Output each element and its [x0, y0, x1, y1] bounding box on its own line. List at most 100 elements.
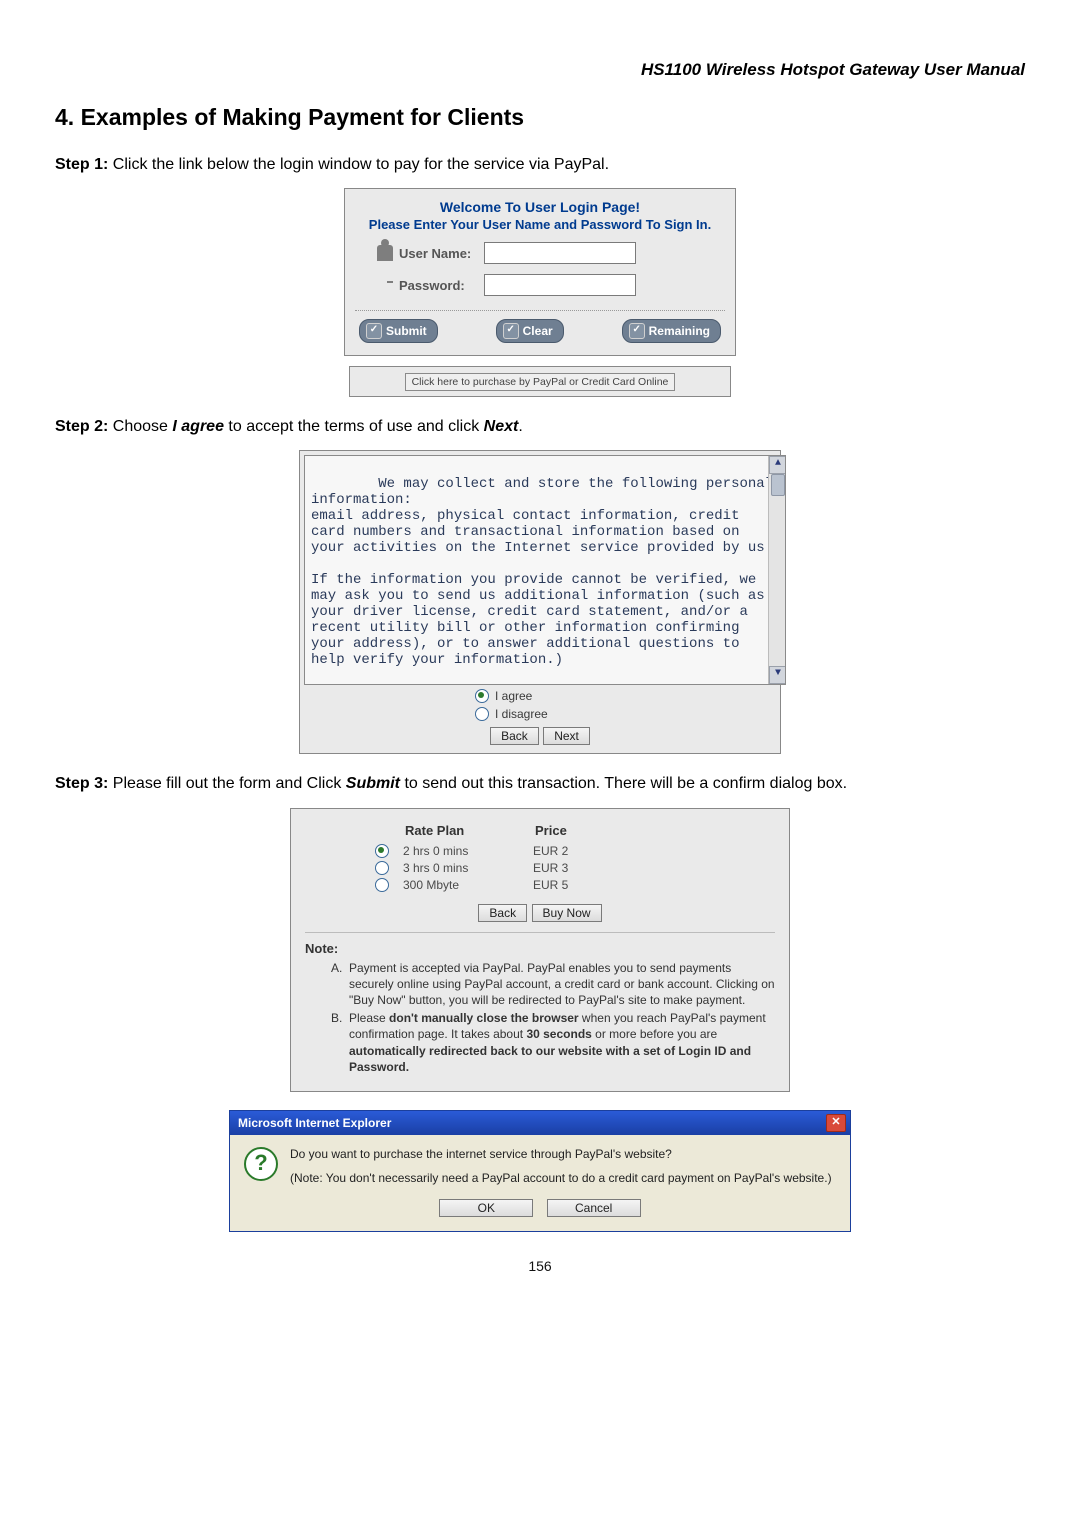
step2-next: Next: [484, 418, 519, 435]
step2-mid: to accept the terms of use and click: [224, 418, 484, 435]
step2-text: Step 2: Choose I agree to accept the ter…: [55, 415, 1025, 438]
login-panel: Welcome To User Login Page! Please Enter…: [344, 188, 736, 356]
terms-text: We may collect and store the following p…: [311, 476, 782, 668]
note-heading: Note:: [305, 941, 775, 956]
login-subtitle: Please Enter Your User Name and Password…: [355, 217, 725, 232]
product-header: HS1100 Wireless Hotspot Gateway User Man…: [55, 60, 1025, 80]
user-icon: [377, 245, 393, 261]
note-a-text: Payment is accepted via PayPal. PayPal e…: [349, 960, 775, 1009]
note-b-marker: B.: [331, 1010, 349, 1075]
note-item-a: A. Payment is accepted via PayPal. PayPa…: [331, 960, 775, 1009]
scrollbar[interactable]: ▲ ▼: [768, 456, 785, 684]
scroll-up-icon[interactable]: ▲: [769, 456, 786, 474]
note-b-bold1: don't manually close the browser: [389, 1011, 579, 1025]
remaining-button[interactable]: ✓ Remaining: [622, 319, 721, 343]
paypal-link-panel: Click here to purchase by PayPal or Cred…: [349, 366, 731, 397]
plan-row[interactable]: 2 hrs 0 mins EUR 2: [375, 844, 775, 858]
section-heading: 4. Examples of Making Payment for Client…: [55, 104, 1025, 131]
note-item-b: B. Please don't manually close the brows…: [331, 1010, 775, 1075]
plan-price: EUR 5: [533, 878, 568, 892]
dialog-titlebar: Microsoft Internet Explorer ✕: [230, 1111, 850, 1135]
rate-header: Rate Plan Price: [405, 823, 775, 838]
password-row: Password:: [377, 274, 725, 296]
plan-row[interactable]: 300 Mbyte EUR 5: [375, 878, 775, 892]
step2-iagree: I agree: [172, 418, 224, 435]
plan-row[interactable]: 3 hrs 0 mins EUR 3: [375, 861, 775, 875]
paypal-purchase-link[interactable]: Click here to purchase by PayPal or Cred…: [405, 373, 676, 391]
step3-submit: Submit: [346, 775, 400, 792]
check-icon: ✓: [503, 323, 519, 339]
clear-button[interactable]: ✓ Clear: [496, 319, 564, 343]
clear-label: Clear: [523, 324, 553, 338]
dialog-title: Microsoft Internet Explorer: [238, 1116, 391, 1130]
rate-buttons: Back Buy Now: [305, 904, 775, 922]
submit-button[interactable]: ✓ Submit: [359, 319, 438, 343]
rate-plan-panel: Rate Plan Price 2 hrs 0 mins EUR 2 3 hrs…: [290, 808, 790, 1092]
divider: [355, 310, 725, 311]
agree-option[interactable]: I agree: [475, 689, 605, 703]
key-icon: [377, 277, 393, 293]
note-b-bold3: automatically redirected back to our web…: [349, 1044, 751, 1074]
section-number: 4.: [55, 104, 74, 130]
plan-name: 2 hrs 0 mins: [403, 844, 533, 858]
note-b-text: Please don't manually close the browser …: [349, 1010, 775, 1075]
scroll-thumb[interactable]: [771, 474, 785, 496]
divider: [305, 932, 775, 933]
back-button[interactable]: Back: [490, 727, 539, 745]
remaining-label: Remaining: [649, 324, 710, 338]
agree-label: I agree: [495, 689, 532, 703]
note-a-marker: A.: [331, 960, 349, 1009]
note-b-before: Please: [349, 1011, 389, 1025]
login-title: Welcome To User Login Page!: [355, 199, 725, 215]
step2-label: Step 2:: [55, 418, 108, 435]
buy-now-button[interactable]: Buy Now: [532, 904, 602, 922]
dialog-body: ? Do you want to purchase the internet s…: [230, 1135, 850, 1231]
step2-before: Choose: [108, 418, 172, 435]
note-list: A. Payment is accepted via PayPal. PayPa…: [305, 960, 775, 1075]
step3-before: Please fill out the form and Click: [108, 775, 345, 792]
step3-after: to send out this transaction. There will…: [400, 775, 847, 792]
step3-text: Step 3: Please fill out the form and Cli…: [55, 772, 1025, 795]
col-price: Price: [535, 823, 567, 838]
col-plan: Rate Plan: [405, 823, 535, 838]
radio-icon[interactable]: [375, 861, 389, 875]
disagree-option[interactable]: I disagree: [475, 707, 605, 721]
login-buttons: ✓ Submit ✓ Clear ✓ Remaining: [355, 319, 725, 349]
radio-checked-icon[interactable]: [375, 844, 389, 858]
plan-price: EUR 2: [533, 844, 568, 858]
question-icon: ?: [244, 1147, 278, 1181]
note-b-bold2: 30 seconds: [526, 1027, 591, 1041]
plan-name: 3 hrs 0 mins: [403, 861, 533, 875]
terms-panel: We may collect and store the following p…: [299, 450, 781, 754]
plan-name: 300 Mbyte: [403, 878, 533, 892]
close-icon[interactable]: ✕: [826, 1114, 846, 1132]
password-label: Password:: [399, 278, 484, 293]
back-button[interactable]: Back: [478, 904, 527, 922]
note-b-mid2: or more before you are: [592, 1027, 717, 1041]
plan-price: EUR 3: [533, 861, 568, 875]
dialog-note: (Note: You don't necessarily need a PayP…: [290, 1171, 836, 1185]
step3-label: Step 3:: [55, 775, 108, 792]
step1-text: Step 1: Click the link below the login w…: [55, 153, 1025, 176]
terms-textarea[interactable]: We may collect and store the following p…: [304, 455, 786, 685]
password-input[interactable]: [484, 274, 636, 296]
ok-button[interactable]: OK: [439, 1199, 533, 1217]
step2-after: .: [518, 418, 522, 435]
username-input[interactable]: [484, 242, 636, 264]
cancel-button[interactable]: Cancel: [547, 1199, 641, 1217]
scroll-down-icon[interactable]: ▼: [769, 666, 786, 684]
username-row: User Name:: [377, 242, 725, 264]
radio-checked-icon[interactable]: [475, 689, 489, 703]
dialog-buttons: OK Cancel: [244, 1199, 836, 1217]
check-icon: ✓: [366, 323, 382, 339]
confirm-dialog: Microsoft Internet Explorer ✕ ? Do you w…: [229, 1110, 851, 1232]
section-title: Examples of Making Payment for Clients: [81, 104, 525, 130]
step1-label: Step 1:: [55, 156, 108, 173]
page-number: 156: [55, 1258, 1025, 1274]
radio-icon[interactable]: [475, 707, 489, 721]
terms-buttons: Back Next: [300, 727, 780, 745]
radio-icon[interactable]: [375, 878, 389, 892]
next-button[interactable]: Next: [543, 727, 590, 745]
disagree-label: I disagree: [495, 707, 548, 721]
username-label: User Name:: [399, 246, 484, 261]
